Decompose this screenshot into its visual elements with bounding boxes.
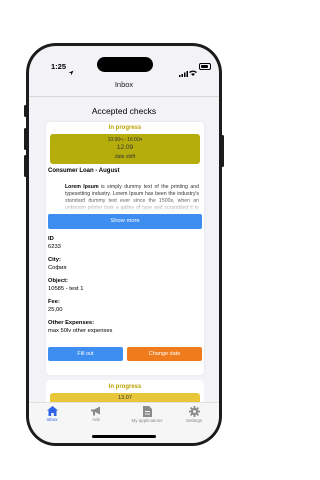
- other-expenses-label: Other Expenses:: [48, 320, 95, 326]
- id-label: ID: [48, 236, 54, 242]
- page-title: Accepted checks: [91, 106, 157, 116]
- nav-divider: [29, 96, 219, 97]
- date-caption: date shift: [114, 154, 136, 160]
- fee-label: Fee:: [48, 299, 60, 305]
- tab-settings[interactable]: Settings: [171, 406, 217, 423]
- tab-my-applications[interactable]: My applications: [124, 406, 170, 423]
- date-value: 12.09: [116, 144, 134, 151]
- fee-value: 25,00: [48, 307, 63, 313]
- description-bold: Lorem Ipsum: [65, 184, 99, 190]
- show-more-button[interactable]: Show more: [48, 214, 202, 229]
- document-icon: [142, 406, 152, 417]
- tab-inbox[interactable]: Inbox: [29, 406, 75, 422]
- dynamic-island: [97, 57, 153, 72]
- megaphone-icon: [90, 406, 100, 416]
- status-badge-next: In progress: [108, 384, 142, 390]
- battery-icon: [199, 63, 211, 70]
- nav-title: Inbox: [114, 80, 134, 89]
- fill-out-button[interactable]: Fill out: [48, 347, 123, 361]
- location-icon: [68, 63, 74, 81]
- change-date-button[interactable]: Change date: [127, 347, 202, 361]
- tab-my-applications-label: My applications: [131, 418, 163, 423]
- description-fade: [46, 196, 204, 214]
- time-range: 10:00ч - 16:00ч: [107, 137, 143, 143]
- tab-inbox-label: Inbox: [46, 417, 58, 422]
- object-label: Object:: [48, 278, 68, 284]
- tab-ads[interactable]: Ads: [73, 406, 119, 422]
- other-expenses-value: max 50lv other expenses: [48, 328, 113, 334]
- date-box: 10:00ч - 16:00ч 12.09 date shift: [50, 134, 200, 164]
- volume-down-button: [24, 155, 27, 177]
- city-label: City:: [48, 257, 61, 263]
- city-value: София: [48, 265, 67, 271]
- power-button: [221, 135, 224, 167]
- object-value: 10585 - test 1: [48, 286, 84, 292]
- check-card: In progress 10:00ч - 16:00ч 12.09 date s…: [46, 122, 204, 375]
- mute-switch: [24, 105, 27, 117]
- status-bar: 1:25: [29, 46, 219, 80]
- home-indicator: [92, 435, 156, 438]
- status-badge: In progress: [108, 125, 142, 131]
- tab-settings-label: Settings: [185, 418, 203, 423]
- gear-icon: [188, 406, 200, 417]
- id-value: 6233: [48, 244, 61, 250]
- status-time: 1:25: [51, 62, 67, 71]
- home-icon: [46, 406, 58, 416]
- volume-up-button: [24, 128, 27, 150]
- tab-ads-label: Ads: [92, 417, 100, 422]
- date-value-next: 13.07: [118, 395, 132, 401]
- loan-title: Consumer Loan - August: [48, 168, 120, 174]
- wifi-icon: [189, 63, 197, 81]
- screen: 1:25 Inbox Accepted checks In progress 1: [29, 46, 219, 443]
